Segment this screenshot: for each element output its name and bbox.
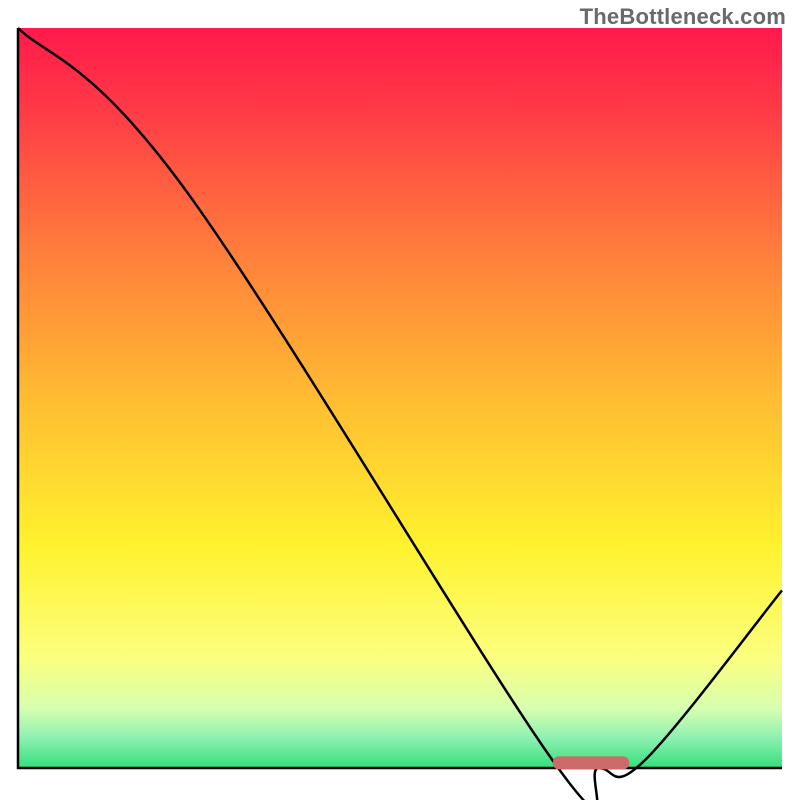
bottleneck-chart [0,0,800,800]
optimum-marker [553,756,629,769]
gradient-background [18,28,782,768]
